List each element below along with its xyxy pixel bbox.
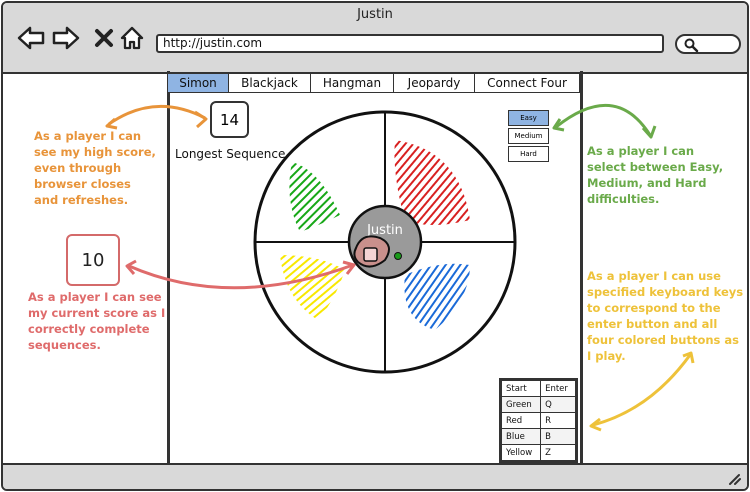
status-indicator xyxy=(394,252,402,260)
key-binding: B xyxy=(540,428,576,445)
key-action: Yellow xyxy=(500,444,542,461)
simon-board-and-arrows: Justin xyxy=(105,104,695,432)
arrow-keyboard-keys xyxy=(592,354,692,427)
key-binding: Q xyxy=(540,396,576,413)
arrow-high-score xyxy=(108,104,206,126)
key-binding: Z xyxy=(540,444,576,461)
start-button-square[interactable] xyxy=(363,247,378,262)
key-action: Blue xyxy=(500,428,542,445)
key-action: Red xyxy=(500,412,542,429)
key-binding: Enter xyxy=(540,380,576,397)
table-row: Start Enter xyxy=(500,380,576,397)
key-binding: R xyxy=(540,412,576,429)
table-row: Green Q xyxy=(500,396,576,413)
table-row: Red R xyxy=(500,412,576,429)
table-row: Yellow Z xyxy=(500,444,576,461)
arrow-difficulty xyxy=(555,104,652,136)
key-map-table: Start Enter Green Q Red R Blue B Yellow Z xyxy=(499,378,578,463)
key-action: Start xyxy=(500,380,542,397)
key-action: Green xyxy=(500,396,542,413)
table-row: Blue B xyxy=(500,428,576,445)
